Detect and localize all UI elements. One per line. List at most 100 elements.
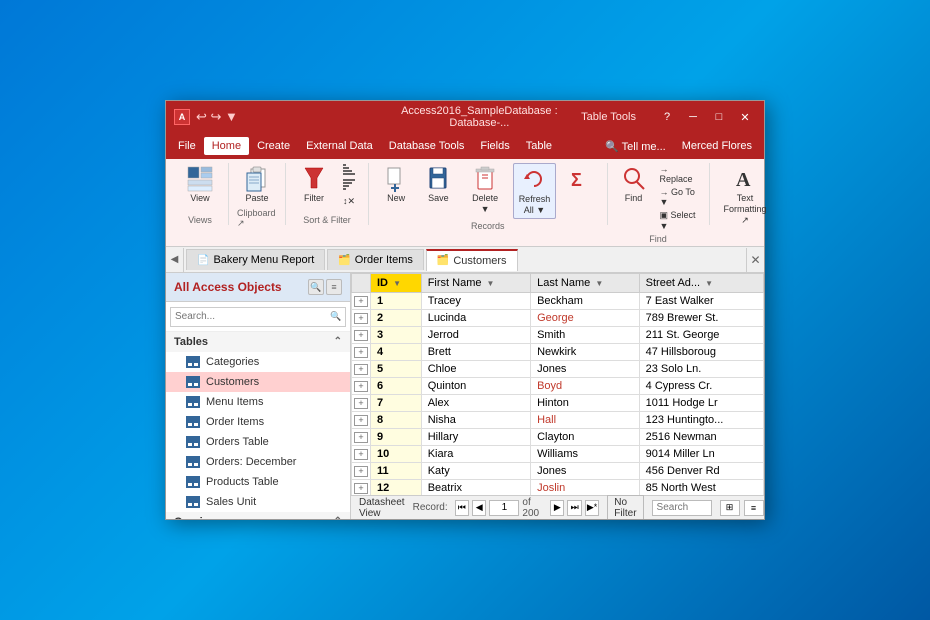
table-row[interactable]: +10KiaraWilliams9014 Miller Ln [352, 446, 764, 463]
row-expand-cell[interactable]: + [352, 395, 371, 412]
first-record-button[interactable]: ⏮ [455, 500, 469, 516]
expand-button[interactable]: + [354, 330, 368, 341]
table-row[interactable]: +2LucindaGeorge789 Brewer St. [352, 310, 764, 327]
menu-tell-me[interactable]: 🔍 Tell me... [597, 137, 674, 156]
expand-button[interactable]: + [354, 313, 368, 324]
grid-search-input[interactable] [652, 500, 712, 516]
sidebar-item-order-items[interactable]: Order Items [166, 412, 350, 432]
menu-home[interactable]: Home [204, 137, 249, 155]
id-col-header[interactable]: ID ▼ [371, 274, 422, 293]
tabs-left-arrow[interactable]: ◀ [166, 248, 184, 272]
row-expand-cell[interactable]: + [352, 412, 371, 429]
goto-button[interactable]: → Go To ▼ [656, 186, 701, 208]
row-expand-cell[interactable]: + [352, 463, 371, 480]
lastname-col-header[interactable]: Last Name ▼ [531, 274, 640, 293]
last-record-button[interactable]: ⏭ [567, 500, 581, 516]
tables-collapse-btn[interactable]: ⌃ [334, 336, 342, 347]
row-expand-cell[interactable]: + [352, 429, 371, 446]
table-row[interactable]: +4BrettNewkirk47 Hillsboroug [352, 344, 764, 361]
view-button[interactable]: View [180, 163, 220, 206]
sidebar-item-orders-december[interactable]: Orders: December [166, 452, 350, 472]
paste-button[interactable]: Paste [237, 163, 277, 206]
street-col-header[interactable]: Street Ad... ▼ [639, 274, 763, 293]
refresh-button[interactable]: RefreshAll ▼ [513, 163, 557, 219]
sidebar-item-products-table[interactable]: Products Table [166, 472, 350, 492]
customers-sidebar-label: Customers [206, 376, 259, 388]
tab-order-items[interactable]: 🗂️ Order Items [327, 249, 424, 270]
new-record-button[interactable]: ▶* [585, 500, 599, 516]
row-expand-cell[interactable]: + [352, 327, 371, 344]
text-formatting-button[interactable]: A TextFormatting ↗ [718, 163, 773, 227]
search-icon[interactable]: 🔍 [328, 308, 344, 324]
sort-asc-button[interactable] [338, 163, 360, 177]
search-input[interactable] [170, 307, 346, 327]
next-record-button[interactable]: ▶ [550, 500, 564, 516]
sort-desc-button[interactable] [338, 178, 360, 192]
filter-badge[interactable]: No Filter [607, 495, 643, 520]
table-row[interactable]: +3JerrodSmith211 St. George [352, 327, 764, 344]
replace-button[interactable]: → Replace [656, 163, 701, 185]
expand-button[interactable]: + [354, 347, 368, 358]
filter-button[interactable]: Filter [294, 163, 334, 206]
menu-database-tools[interactable]: Database Tools [381, 137, 473, 155]
table-row[interactable]: +12BeatrixJoslin85 North West [352, 480, 764, 496]
sidebar-item-orders-table[interactable]: Orders Table [166, 432, 350, 452]
table-row[interactable]: +11KatyJones456 Denver Rd [352, 463, 764, 480]
sidebar-item-menu-items[interactable]: Menu Items [166, 392, 350, 412]
row-expand-cell[interactable]: + [352, 446, 371, 463]
expand-button[interactable]: + [354, 432, 368, 443]
tab-bakery-menu-report[interactable]: 📄 Bakery Menu Report [186, 249, 325, 270]
table-row[interactable]: +6QuintonBoyd4 Cypress Cr. [352, 378, 764, 395]
row-expand-cell[interactable]: + [352, 293, 371, 310]
expand-button[interactable]: + [354, 449, 368, 460]
menu-fields[interactable]: Fields [472, 137, 517, 155]
menu-external-data[interactable]: External Data [298, 137, 381, 155]
expand-button[interactable]: + [354, 483, 368, 494]
minimize-button[interactable]: ─ [682, 107, 704, 127]
sidebar-item-categories[interactable]: Categories [166, 352, 350, 372]
row-expand-cell[interactable]: + [352, 344, 371, 361]
remove-sort-button[interactable]: ↕✕ [338, 193, 360, 207]
expand-button[interactable]: + [354, 398, 368, 409]
prev-record-button[interactable]: ◀ [472, 500, 486, 516]
expand-button[interactable]: + [354, 415, 368, 426]
firstname-col-header[interactable]: First Name ▼ [421, 274, 530, 293]
other-view-button[interactable]: ≡ [744, 500, 764, 516]
new-button[interactable]: New [377, 163, 415, 206]
sidebar-item-sales-unit[interactable]: Sales Unit [166, 492, 350, 512]
find-button[interactable]: Find [616, 163, 652, 206]
current-record-input[interactable] [489, 500, 519, 516]
undo-btn[interactable]: ↩ ↪ ▼ [196, 109, 238, 125]
table-row[interactable]: +1TraceyBeckham7 East Walker [352, 293, 764, 310]
row-expand-cell[interactable]: + [352, 361, 371, 378]
row-expand-cell[interactable]: + [352, 378, 371, 395]
expand-button[interactable]: + [354, 364, 368, 375]
table-row[interactable]: +7AlexHinton1011 Hodge Lr [352, 395, 764, 412]
tab-customers[interactable]: 🗂️ Customers [426, 249, 518, 271]
row-expand-cell[interactable]: + [352, 480, 371, 496]
maximize-button[interactable]: □ [708, 107, 730, 127]
expand-button[interactable]: + [354, 466, 368, 477]
expand-button[interactable]: + [354, 296, 368, 307]
menu-table[interactable]: Table [518, 137, 560, 155]
tabs-close-btn[interactable]: ✕ [746, 248, 764, 272]
row-expand-cell[interactable]: + [352, 310, 371, 327]
close-button[interactable]: ✕ [734, 107, 756, 127]
select-button[interactable]: ▣ Select ▼ [656, 209, 701, 232]
totals-button[interactable]: Σ [560, 163, 598, 195]
help-button[interactable]: ? [656, 107, 678, 127]
delete-button[interactable]: Delete ▼ [462, 163, 509, 217]
table-row[interactable]: +9HillaryClayton2516 Newman [352, 429, 764, 446]
data-grid[interactable]: ID ▼ First Name ▼ Last Name ▼ Street Ad.… [351, 273, 764, 495]
sidebar-menu-btn[interactable]: ≡ [326, 279, 342, 295]
table-row[interactable]: +8NishaHall123 Huntingto... [352, 412, 764, 429]
sidebar-search-btn[interactable]: 🔍 [308, 279, 324, 295]
sidebar-item-customers[interactable]: Customers [166, 372, 350, 392]
save-record-button[interactable]: Save [419, 163, 457, 206]
grid-view-button[interactable]: ⊞ [720, 500, 740, 516]
menu-file[interactable]: File [170, 137, 204, 155]
table-row[interactable]: +5ChloeJones23 Solo Ln. [352, 361, 764, 378]
expand-button[interactable]: + [354, 381, 368, 392]
menu-create[interactable]: Create [249, 137, 298, 155]
queries-collapse-btn[interactable]: ⌃ [334, 516, 342, 519]
